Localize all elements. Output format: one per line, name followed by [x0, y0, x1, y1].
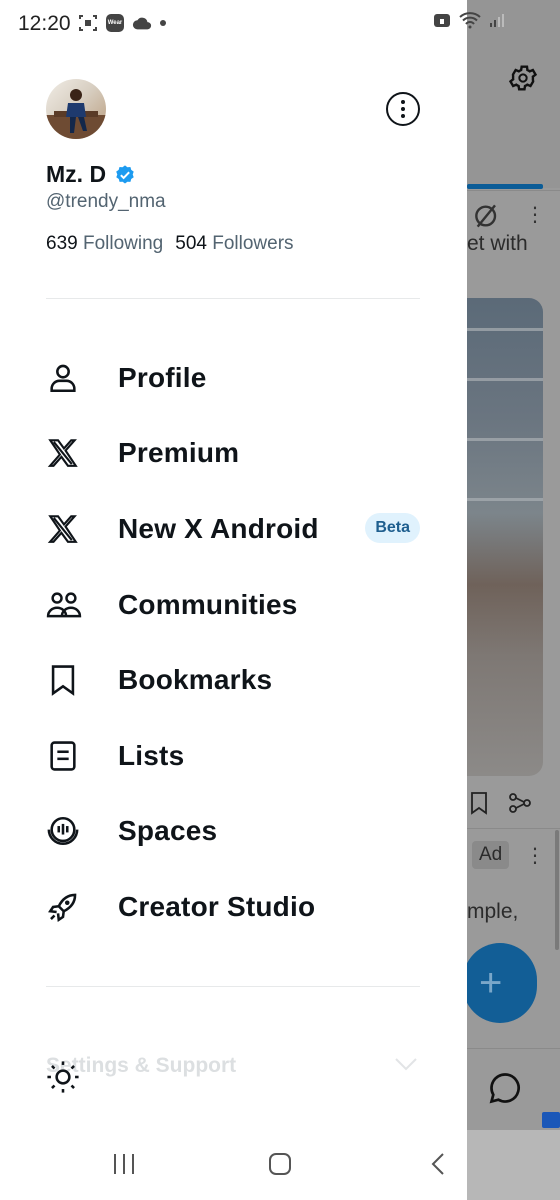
menu-item-lists[interactable]: Lists — [46, 718, 420, 794]
menu-label: Creator Studio — [118, 890, 316, 922]
menu-item-bookmarks[interactable]: Bookmarks — [46, 642, 420, 718]
status-notification-icons: Wear — [78, 13, 166, 33]
menu-label: Lists — [118, 739, 185, 771]
gear-icon — [508, 65, 538, 91]
display-name-row[interactable]: Mz. D — [46, 161, 136, 188]
cloud-icon — [132, 13, 152, 33]
divider — [46, 986, 420, 987]
x-logo-icon — [46, 435, 82, 471]
wear-icon: Wear — [106, 14, 124, 32]
user-handle: @trendy_nma — [46, 191, 166, 212]
menu-item-spaces[interactable]: Spaces — [46, 794, 420, 870]
status-time: 12:20 — [18, 12, 71, 35]
followers-link[interactable]: 504 Followers — [175, 233, 293, 255]
status-bar: 12:20 Wear — [0, 0, 504, 50]
signal-icon — [489, 11, 507, 34]
background-post-text: mple, — [467, 900, 519, 923]
list-icon — [46, 738, 82, 774]
menu-label: New X Android — [118, 512, 319, 544]
background-more-icon: ⋮ — [525, 204, 545, 226]
background-feed: ⋮ et with Ad ⋮ mple, + — [467, 0, 560, 1200]
rocket-icon — [46, 889, 82, 925]
screenshot-icon — [78, 13, 98, 33]
display-name: Mz. D — [46, 161, 107, 187]
background-more-icon: ⋮ — [525, 845, 545, 867]
followers-count: 504 — [175, 233, 207, 254]
menu-item-new-x-android[interactable]: New X Android Beta — [46, 491, 420, 567]
person-icon — [46, 360, 82, 396]
background-post-text: et with — [467, 232, 528, 255]
menu-item-creator-studio[interactable]: Creator Studio — [46, 869, 420, 945]
home-icon[interactable] — [268, 1152, 292, 1176]
followers-label: Followers — [212, 233, 294, 254]
verified-badge-icon — [116, 164, 134, 184]
chevron-down-icon — [395, 1058, 417, 1071]
avatar[interactable] — [46, 79, 106, 139]
recent-apps-icon[interactable] — [112, 1152, 136, 1176]
background-post-actions — [467, 790, 560, 821]
background-tab-indicator — [467, 184, 543, 189]
background-separator — [467, 190, 560, 191]
compose-fab-button: + — [467, 943, 537, 1023]
wifi-icon — [459, 11, 481, 34]
beta-badge: Beta — [365, 513, 420, 544]
following-count: 639 — [46, 233, 78, 254]
follow-stats: 639 Following 504 Followers — [46, 233, 294, 255]
account-switcher-more-button[interactable] — [386, 92, 420, 126]
vpn-lock-icon — [433, 11, 451, 34]
settings-support-toggle[interactable]: Settings & Support — [46, 1052, 420, 1082]
status-system-icons — [433, 11, 507, 34]
communities-icon — [46, 587, 82, 623]
background-post-image — [467, 298, 543, 776]
menu-label: Communities — [118, 588, 298, 620]
bookmark-icon — [46, 662, 82, 698]
menu-item-communities[interactable]: Communities — [46, 567, 420, 643]
spaces-icon — [46, 813, 82, 849]
background-scrollbar — [555, 830, 559, 950]
background-nav-area — [467, 1130, 560, 1200]
x-logo-icon — [46, 511, 82, 547]
drawer-menu: Profile Premium New X Android Beta Commu… — [46, 340, 420, 945]
grok-slash-icon — [475, 204, 497, 228]
notification-badge — [542, 1112, 560, 1128]
menu-label: Profile — [118, 361, 207, 393]
divider — [46, 298, 420, 299]
background-separator — [467, 828, 560, 829]
menu-item-profile[interactable]: Profile — [46, 340, 420, 416]
system-navigation-bar — [0, 1130, 467, 1200]
following-label: Following — [82, 233, 164, 254]
menu-label: Premium — [118, 437, 240, 469]
theme-toggle-sun-icon[interactable] — [46, 1060, 80, 1094]
menu-label: Bookmarks — [118, 664, 273, 696]
ad-badge: Ad — [472, 841, 510, 869]
more-notifications-dot — [160, 20, 166, 26]
menu-label: Spaces — [118, 815, 218, 847]
messages-icon — [489, 1073, 520, 1104]
following-link[interactable]: 639 Following — [46, 233, 163, 255]
menu-item-premium[interactable]: Premium — [46, 416, 420, 492]
back-icon[interactable] — [428, 1152, 448, 1176]
navigation-drawer: 12:20 Wear Mz. D @trendy_nma 639 Followi… — [0, 0, 504, 1130]
